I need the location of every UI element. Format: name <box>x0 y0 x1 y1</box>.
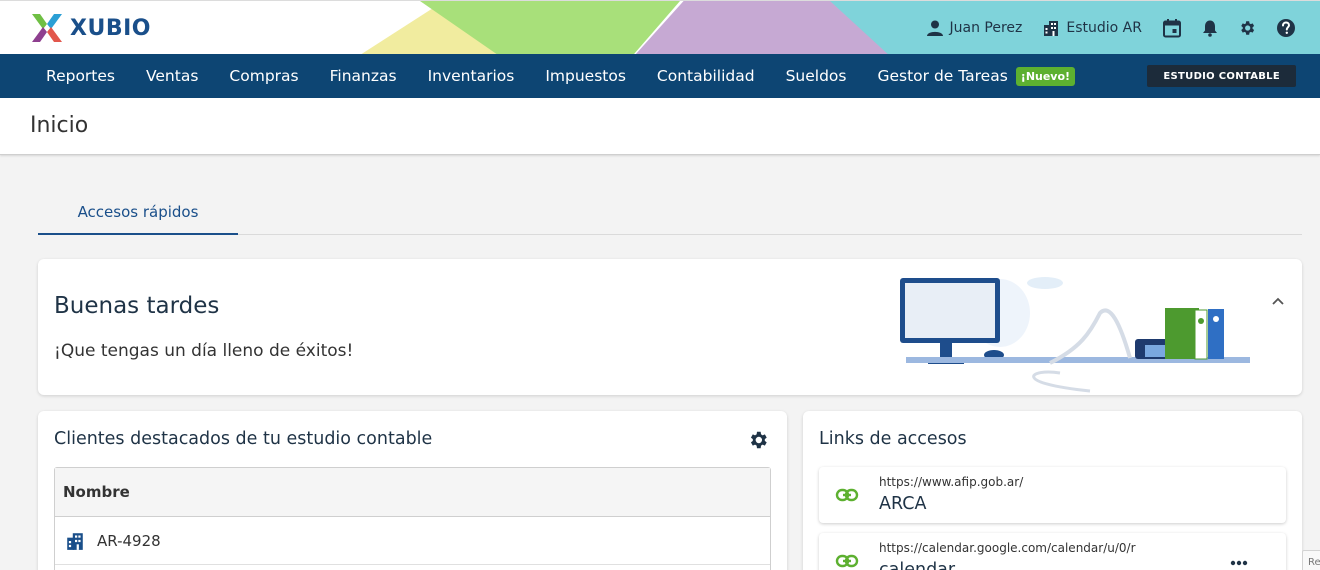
xubio-logo-icon <box>32 14 62 42</box>
clients-card: Clientes destacados de tu estudio contab… <box>38 411 787 570</box>
links-card: Links de accesos https://www.afip.gob.ar… <box>803 411 1302 570</box>
help-icon <box>1277 19 1295 37</box>
nav-item-gestor-de-tareas[interactable]: Gestor de Tareas ¡Nuevo! <box>877 66 1076 86</box>
link-item-calendar[interactable]: https://calendar.google.com/calendar/u/0… <box>819 533 1286 570</box>
more-icon <box>1230 560 1248 566</box>
nav-item-impuestos[interactable]: Impuestos <box>545 67 626 85</box>
clients-table: Nombre AR-4928 <box>54 467 771 570</box>
header-actions: Juan Perez Estudio AR <box>926 1 1296 54</box>
link-name: ARCA <box>879 494 927 514</box>
link-url: https://calendar.google.com/calendar/u/0… <box>879 541 1136 555</box>
recaptcha-badge[interactable]: Re <box>1302 550 1320 570</box>
main-navbar: Reportes Ventas Compras Finanzas Inventa… <box>0 54 1320 98</box>
page-title: Inicio <box>30 113 89 138</box>
link-name: calendar <box>879 560 956 570</box>
nav-item-reportes[interactable]: Reportes <box>46 67 115 85</box>
xubio-logo[interactable]: XUBIO <box>30 12 151 44</box>
nav-menu: Reportes Ventas Compras Finanzas Inventa… <box>0 66 1106 86</box>
greeting-subtitle: ¡Que tengas un día lleno de éxitos! <box>54 341 354 361</box>
clients-card-title: Clientes destacados de tu estudio contab… <box>54 429 433 449</box>
link-icon <box>835 488 859 502</box>
studio-name: Estudio AR <box>1066 20 1142 36</box>
link-icon <box>835 554 859 568</box>
nav-item-compras[interactable]: Compras <box>229 67 298 85</box>
building-icon <box>1044 21 1059 36</box>
top-header: XUBIO Juan Perez Estudio AR <box>0 0 1320 54</box>
link-url: https://www.afip.gob.ar/ <box>879 475 1024 489</box>
nav-item-label: Gestor de Tareas <box>877 67 1008 85</box>
link-item-arca[interactable]: https://www.afip.gob.ar/ ARCA <box>819 467 1286 523</box>
notifications-button[interactable] <box>1202 19 1218 37</box>
nav-item-finanzas[interactable]: Finanzas <box>330 67 397 85</box>
user-icon <box>926 20 943 36</box>
clients-settings-button[interactable] <box>747 429 769 455</box>
help-button[interactable] <box>1276 18 1296 38</box>
brand-name: XUBIO <box>70 15 151 41</box>
bell-icon <box>1203 20 1217 37</box>
greeting-title: Buenas tardes <box>54 293 220 319</box>
gear-icon <box>750 431 767 449</box>
calendar-icon <box>1163 19 1181 38</box>
nav-item-inventarios[interactable]: Inventarios <box>428 67 515 85</box>
column-header-nombre[interactable]: Nombre <box>63 483 130 501</box>
page-header: Inicio <box>0 98 1320 155</box>
client-name: AR-4928 <box>97 531 161 550</box>
user-menu[interactable]: Juan Perez <box>926 19 1023 37</box>
table-header: Nombre <box>55 468 770 517</box>
estudio-contable-button[interactable]: ESTUDIO CONTABLE <box>1147 65 1296 87</box>
tab-bar: Accesos rápidos <box>38 190 1302 235</box>
greeting-card: Buenas tardes ¡Que tengas un día lleno d… <box>38 259 1302 395</box>
building-icon <box>67 532 83 550</box>
nav-item-contabilidad[interactable]: Contabilidad <box>657 67 755 85</box>
table-row[interactable]: AR-4928 <box>55 517 770 565</box>
settings-button[interactable] <box>1238 19 1256 37</box>
nav-item-sueldos[interactable]: Sueldos <box>786 67 847 85</box>
gear-icon <box>1241 21 1255 35</box>
user-name: Juan Perez <box>949 20 1023 36</box>
nav-item-ventas[interactable]: Ventas <box>146 67 198 85</box>
links-card-title: Links de accesos <box>819 429 967 449</box>
desk-illustration <box>900 277 1250 393</box>
chevron-up-icon[interactable] <box>1270 293 1286 309</box>
more-options-button[interactable] <box>1230 551 1248 570</box>
tab-accesos-rapidos[interactable]: Accesos rápidos <box>38 190 238 235</box>
new-badge: ¡Nuevo! <box>1015 66 1076 86</box>
studio-menu[interactable]: Estudio AR <box>1042 19 1142 37</box>
calendar-button[interactable] <box>1162 18 1182 38</box>
